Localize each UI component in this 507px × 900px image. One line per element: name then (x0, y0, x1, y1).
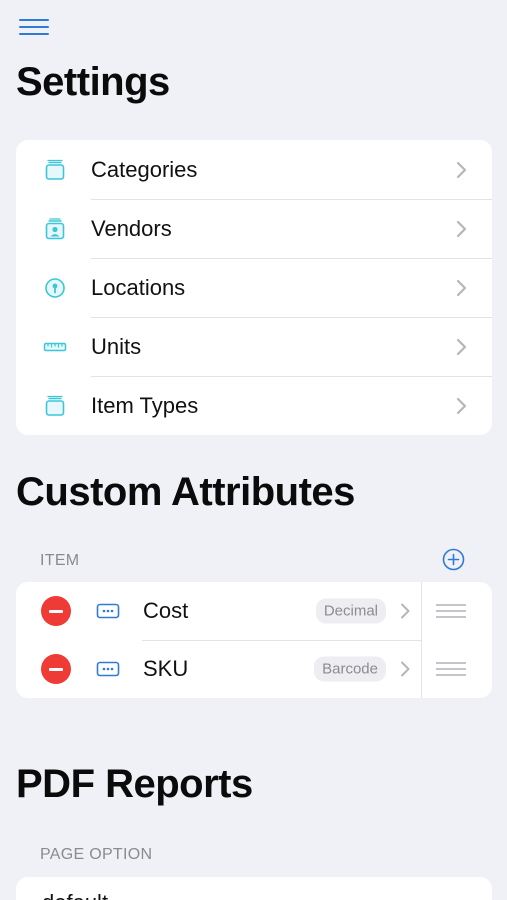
settings-item-vendors[interactable]: Vendors (16, 199, 492, 258)
settings-item-label: Categories (91, 156, 198, 182)
settings-screen: Settings Categories Vendors Locations Un… (0, 0, 507, 900)
drag-handle-icon (436, 604, 466, 618)
chevron-right-icon (456, 338, 467, 355)
attribute-name: SKU (143, 656, 189, 681)
attribute-name: Cost (143, 598, 189, 623)
chevron-right-icon (456, 220, 467, 237)
reorder-handle[interactable] (421, 582, 492, 640)
chevron-right-icon (456, 397, 467, 414)
chevron-right-icon (456, 279, 467, 296)
pdf-reports-title: PDF Reports (16, 762, 253, 806)
settings-item-item-types[interactable]: Item Types (16, 376, 492, 435)
person-card-icon (45, 217, 65, 239)
custom-attributes-title: Custom Attributes (16, 470, 355, 514)
ruler-icon (43, 342, 67, 351)
attribute-type-badge: Decimal (315, 598, 386, 624)
attribute-row-sku[interactable]: SKU Barcode (16, 640, 492, 698)
chevron-right-icon (456, 161, 467, 178)
text-field-icon (96, 603, 120, 619)
settings-item-label: Locations (91, 274, 186, 300)
page-option-value[interactable]: default (42, 890, 108, 900)
settings-item-label: Item Types (91, 392, 199, 418)
settings-item-units[interactable]: Units (16, 317, 492, 376)
page-option-group-label: PAGE OPTION (40, 846, 153, 863)
add-attribute-icon[interactable] (442, 548, 465, 571)
text-field-icon (96, 661, 120, 677)
delete-attribute-button[interactable] (41, 596, 71, 626)
tray-icon (45, 159, 65, 180)
tray-icon (45, 395, 65, 416)
item-group-label: ITEM (40, 552, 80, 569)
settings-item-categories[interactable]: Categories (16, 140, 492, 199)
location-pin-icon (45, 277, 65, 298)
settings-list: Categories Vendors Locations Units Item … (16, 140, 492, 435)
attribute-type-badge: Barcode (314, 656, 386, 682)
drag-handle-icon (436, 662, 466, 676)
chevron-right-icon (401, 661, 410, 677)
hamburger-menu-icon[interactable] (19, 18, 49, 38)
reorder-handle[interactable] (421, 640, 492, 698)
settings-item-locations[interactable]: Locations (16, 258, 492, 317)
settings-item-label: Units (91, 333, 142, 359)
chevron-right-icon (401, 603, 410, 619)
settings-item-label: Vendors (91, 215, 172, 241)
page-title: Settings (16, 60, 170, 104)
delete-attribute-button[interactable] (41, 654, 71, 684)
attribute-row-cost[interactable]: Cost Decimal (16, 582, 492, 640)
custom-attributes-list: Cost Decimal SKU Barcode (16, 582, 492, 698)
